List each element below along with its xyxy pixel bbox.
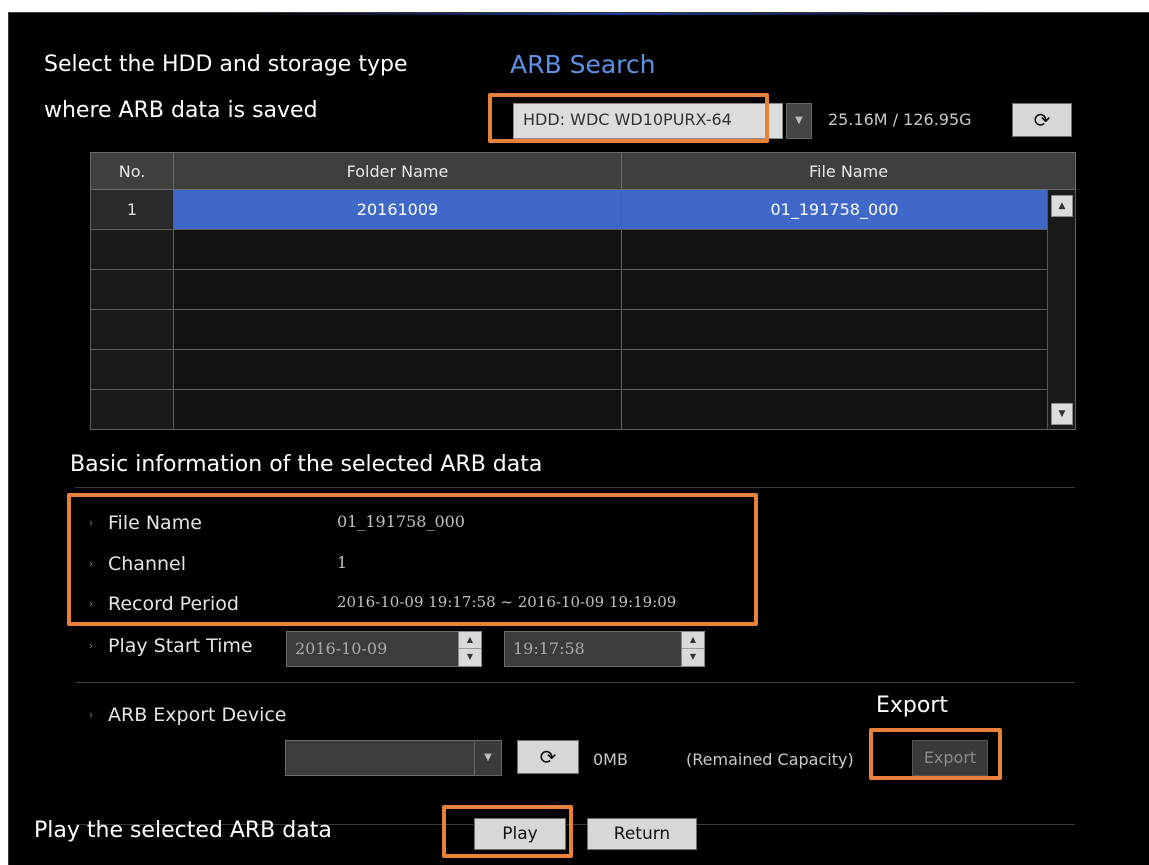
spin-down-icon[interactable]: ▼ [459, 649, 481, 666]
chevron-down-icon[interactable]: ▼ [786, 103, 812, 139]
divider [75, 487, 1075, 488]
dialog-title: ARB Search [510, 50, 656, 79]
record-period-value: 2016-10-09 19:17:58 ~ 2016-10-09 19:19:0… [337, 593, 677, 611]
channel-value: 1 [337, 553, 348, 572]
annotation-play: Play the selected ARB data [34, 818, 332, 843]
play-button[interactable]: Play [474, 818, 566, 850]
annotation-select-hdd-line1: Select the HDD and storage type [44, 52, 408, 77]
bullet-icon: › [89, 599, 93, 610]
annotation-export: Export [876, 693, 949, 718]
table-scrollbar[interactable]: ▲ ▼ [1047, 191, 1075, 429]
arb-results-table: No. Folder Name File Name 1 20161009 01_… [90, 152, 1076, 430]
refresh-icon: ⟳ [1033, 108, 1051, 132]
table-row[interactable] [90, 229, 1076, 270]
refresh-button[interactable]: ⟳ [1012, 103, 1072, 137]
file-name-label: File Name [108, 512, 202, 534]
table-row[interactable] [90, 389, 1076, 430]
export-capacity: 0MB [593, 750, 628, 769]
divider [75, 682, 1075, 683]
row-file-name: 01_191758_000 [621, 189, 1048, 230]
scroll-down-icon[interactable]: ▼ [1051, 403, 1073, 425]
scroll-up-icon[interactable]: ▲ [1051, 195, 1073, 217]
spin-up-icon[interactable]: ▲ [682, 632, 704, 649]
column-header-file: File Name [621, 152, 1076, 190]
row-no: 1 [90, 189, 174, 230]
export-refresh-button[interactable]: ⟳ [517, 740, 579, 774]
hdd-select[interactable]: HDD: WDC WD10PURX-64 [513, 103, 783, 139]
column-header-no: No. [90, 152, 174, 190]
chevron-down-icon[interactable]: ▼ [474, 740, 502, 776]
remained-capacity-label: (Remained Capacity) [686, 750, 854, 769]
bullet-icon: › [89, 518, 93, 529]
top-glow [229, 13, 1009, 15]
hdd-capacity: 25.16M / 126.95G [828, 110, 972, 129]
spin-down-icon[interactable]: ▼ [682, 649, 704, 666]
time-spinner[interactable]: ▲ ▼ [681, 631, 705, 667]
date-spinner[interactable]: ▲ ▼ [458, 631, 482, 667]
play-start-time-field[interactable]: 19:17:58 [504, 631, 682, 667]
bullet-icon: › [89, 641, 93, 652]
return-button[interactable]: Return [587, 818, 697, 850]
record-period-label: Record Period [108, 593, 239, 615]
spin-up-icon[interactable]: ▲ [459, 632, 481, 649]
refresh-icon: ⟳ [539, 745, 557, 769]
table-row[interactable] [90, 309, 1076, 350]
export-device-select[interactable] [285, 740, 475, 776]
table-row[interactable] [90, 269, 1076, 310]
channel-label: Channel [108, 553, 187, 575]
arb-search-dialog [8, 12, 1149, 865]
column-header-folder: Folder Name [173, 152, 622, 190]
annotation-select-hdd-line2: where ARB data is saved [44, 98, 318, 123]
arb-export-device-label: ARB Export Device [108, 704, 287, 726]
file-name-value: 01_191758_000 [337, 512, 465, 531]
play-start-date-field[interactable]: 2016-10-09 [286, 631, 460, 667]
table-row[interactable] [90, 349, 1076, 390]
annotation-basic-info: Basic information of the selected ARB da… [70, 452, 543, 477]
play-start-time-label: Play Start Time [108, 635, 253, 657]
bullet-icon: › [89, 710, 93, 721]
table-row[interactable]: 1 20161009 01_191758_000 [90, 189, 1076, 230]
export-button[interactable]: Export [912, 740, 988, 776]
row-folder-name: 20161009 [173, 189, 622, 230]
bullet-icon: › [89, 559, 93, 570]
